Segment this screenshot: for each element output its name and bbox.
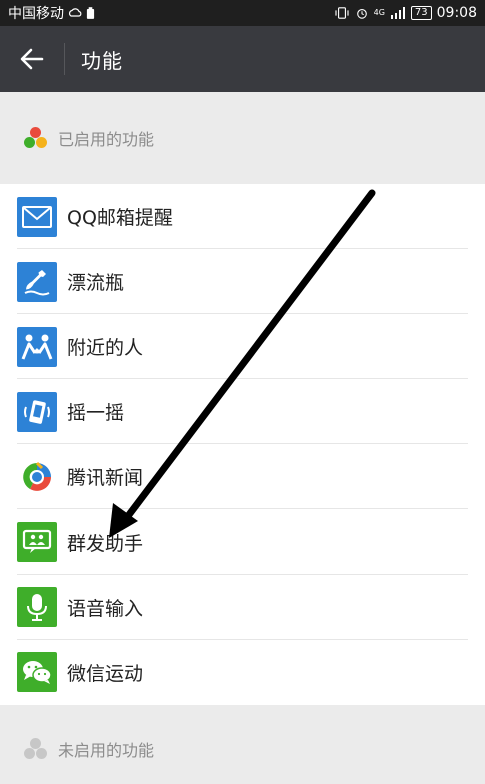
cloud-icon bbox=[68, 8, 82, 17]
shake-icon bbox=[17, 391, 57, 432]
network-type: 4G bbox=[373, 8, 385, 17]
microphone-icon bbox=[17, 587, 57, 628]
grey-dots-icon bbox=[24, 737, 48, 761]
carrier-label: 中国移动 bbox=[8, 6, 64, 22]
disabled-section-header: 未启用的功能 bbox=[0, 705, 485, 784]
feature-label: 微信运动 bbox=[67, 662, 144, 685]
feature-label: 漂流瓶 bbox=[67, 272, 125, 295]
enabled-section-header: 已启用的功能 bbox=[0, 92, 485, 184]
feature-label: QQ邮箱提醒 bbox=[67, 207, 173, 230]
feature-row-shake[interactable]: 摇一摇 bbox=[0, 379, 485, 445]
tencent-news-icon bbox=[17, 456, 57, 497]
feature-row-voice-input[interactable]: 语音输入 bbox=[0, 575, 485, 640]
feature-row-wechat-sport[interactable]: 微信运动 bbox=[0, 640, 485, 705]
feature-row-qq-mail[interactable]: QQ邮箱提醒 bbox=[0, 184, 485, 250]
status-bar: 中国移动 4G 73 09:08 bbox=[0, 0, 485, 26]
wechat-sport-icon bbox=[17, 652, 57, 693]
battery-indicator: 73 bbox=[410, 6, 432, 20]
feature-row-drift-bottle[interactable]: 漂流瓶 bbox=[0, 249, 485, 315]
feature-label: 语音输入 bbox=[67, 597, 144, 620]
colored-dots-icon bbox=[24, 126, 48, 150]
enabled-feature-list: QQ邮箱提醒 漂流瓶 附近的人 摇一摇 腾讯新闻 群发助手 语音输入 微信运动 bbox=[0, 184, 485, 705]
feature-label: 群发助手 bbox=[67, 532, 144, 555]
mass-message-icon bbox=[17, 522, 57, 563]
drift-bottle-icon bbox=[17, 261, 57, 302]
feature-row-mass-message[interactable]: 群发助手 bbox=[0, 509, 485, 575]
alarm-icon bbox=[356, 9, 367, 19]
feature-label: 摇一摇 bbox=[67, 402, 125, 425]
title-bar: 功能 bbox=[0, 26, 485, 92]
page-title: 功能 bbox=[81, 48, 123, 73]
signal-icon bbox=[390, 7, 405, 19]
mail-icon bbox=[17, 196, 57, 237]
feature-row-tencent-news[interactable]: 腾讯新闻 bbox=[0, 444, 485, 510]
feature-row-people-nearby[interactable]: 附近的人 bbox=[0, 314, 485, 380]
people-nearby-icon bbox=[17, 326, 57, 367]
battery-saver-icon bbox=[86, 6, 95, 19]
back-button[interactable] bbox=[0, 26, 64, 92]
feature-label: 附近的人 bbox=[67, 337, 144, 360]
feature-label: 腾讯新闻 bbox=[67, 467, 144, 490]
disabled-section-title: 未启用的功能 bbox=[58, 740, 155, 760]
enabled-section-title: 已启用的功能 bbox=[58, 130, 155, 149]
vibrate-icon bbox=[335, 7, 349, 19]
arrow-left-icon bbox=[20, 48, 44, 70]
clock: 09:08 bbox=[436, 5, 477, 21]
